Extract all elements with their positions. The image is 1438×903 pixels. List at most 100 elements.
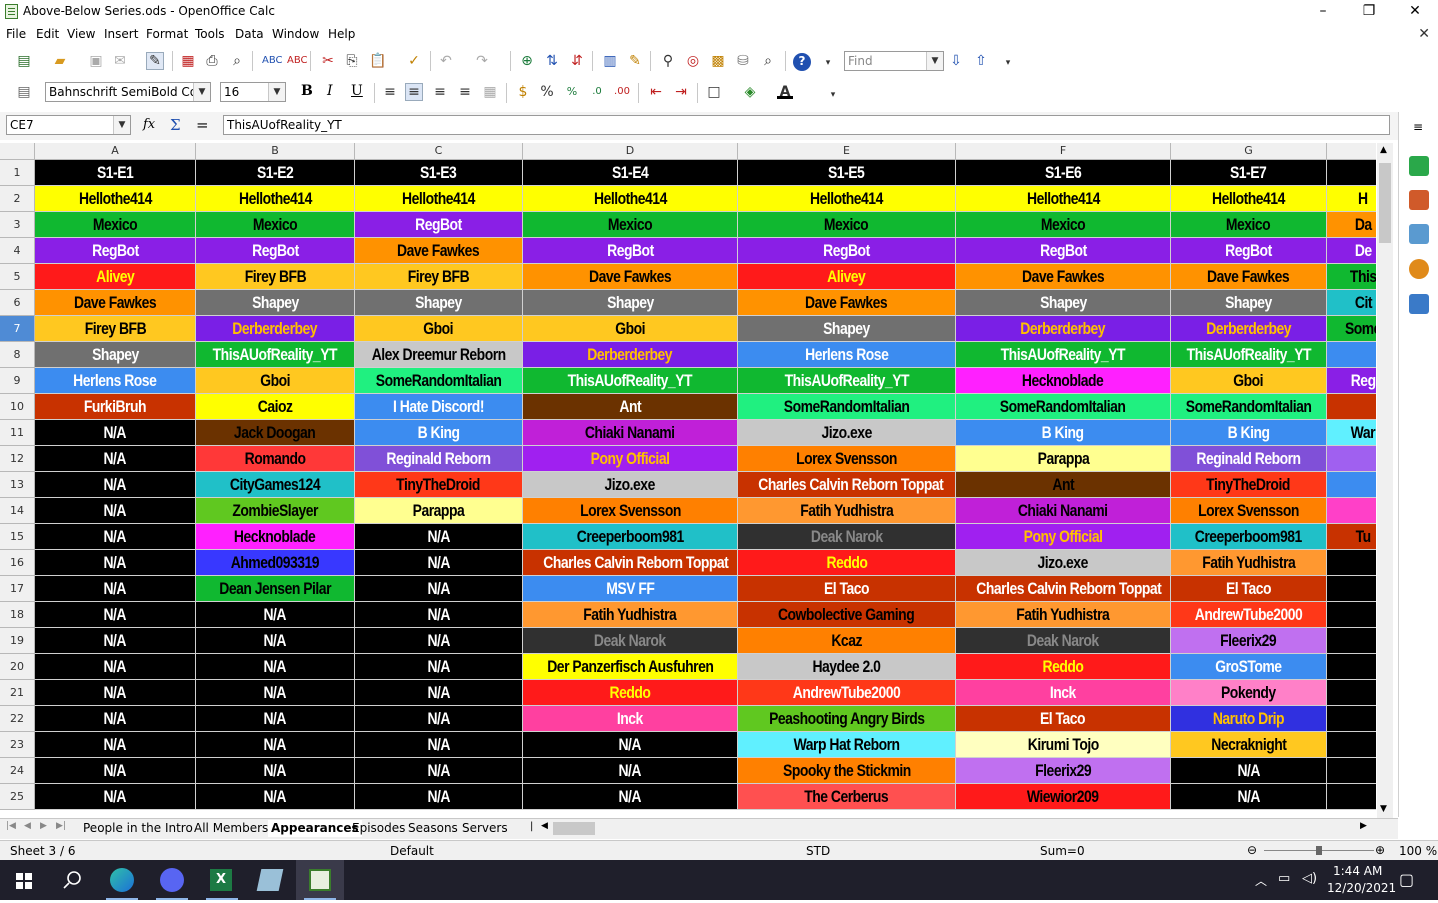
borders-icon[interactable]: □ xyxy=(706,84,722,100)
table-cell[interactable]: Charles Calvin Reborn Toppat xyxy=(956,576,1171,602)
name-box-dropdown-icon[interactable]: ▼ xyxy=(113,116,130,134)
table-cell[interactable]: AndrewTube2000 xyxy=(738,680,956,706)
table-cell[interactable]: Alivey xyxy=(738,264,956,290)
find-input[interactable]: Find ▼ xyxy=(844,51,944,71)
table-cell[interactable]: AndrewTube2000 xyxy=(1171,602,1327,628)
row-header[interactable]: 17 xyxy=(0,576,35,602)
table-cell[interactable]: Deak Narok xyxy=(523,628,738,654)
table-cell[interactable]: SomeRandomItalian xyxy=(738,394,956,420)
table-cell[interactable]: H xyxy=(1327,186,1376,212)
volume-icon[interactable]: ◁) xyxy=(1302,871,1317,886)
table-cell[interactable]: Lorex Svensson xyxy=(1171,498,1327,524)
table-cell[interactable]: Deak Narok xyxy=(956,628,1171,654)
italic-button[interactable]: I xyxy=(327,83,333,99)
table-cell[interactable]: Parappa xyxy=(956,446,1171,472)
find-previous-icon[interactable]: ⇧ xyxy=(973,53,989,69)
row-header[interactable]: 3 xyxy=(0,212,35,238)
column-header[interactable]: C xyxy=(355,143,523,160)
find-toolbar-overflow-icon[interactable]: ▾ xyxy=(1000,55,1016,71)
sum-icon[interactable]: Σ xyxy=(170,116,181,134)
align-right-icon[interactable]: ≡ xyxy=(432,84,448,100)
row-header[interactable]: 15 xyxy=(0,524,35,550)
table-cell[interactable]: Mexico xyxy=(196,212,355,238)
find-next-icon[interactable]: ⇩ xyxy=(948,53,964,69)
table-cell[interactable]: N/A xyxy=(355,784,523,810)
table-cell[interactable]: N/A xyxy=(355,602,523,628)
table-cell[interactable]: FurkiBruh xyxy=(35,394,196,420)
menu-data[interactable]: Data xyxy=(235,27,264,41)
paste-icon[interactable]: 📋 xyxy=(369,53,386,69)
properties-icon[interactable] xyxy=(1409,156,1429,176)
sidebar-menu-icon[interactable]: ≡ xyxy=(1413,120,1423,134)
table-cell[interactable]: N/A xyxy=(196,758,355,784)
show-hidden-icons[interactable]: ︿ xyxy=(1255,872,1267,889)
table-cell[interactable]: B King xyxy=(355,420,523,446)
table-cell[interactable]: Mexico xyxy=(738,212,956,238)
table-cell[interactable]: Hellothe414 xyxy=(523,186,738,212)
row-header[interactable]: 2 xyxy=(0,186,35,212)
table-cell[interactable]: Hellothe414 xyxy=(738,186,956,212)
table-cell[interactable]: Mexico xyxy=(1171,212,1327,238)
table-cell[interactable]: Hellothe414 xyxy=(35,186,196,212)
table-cell[interactable]: Cit xyxy=(1327,290,1376,316)
percent-format-icon[interactable]: % xyxy=(539,84,555,100)
last-sheet-icon[interactable]: ▶| xyxy=(56,821,66,831)
table-cell[interactable]: Deak Narok xyxy=(738,524,956,550)
table-cell[interactable] xyxy=(1327,654,1376,680)
row-header[interactable]: 21 xyxy=(0,680,35,706)
notifications-icon[interactable]: ▢ xyxy=(1399,870,1414,889)
column-header[interactable]: G xyxy=(1171,143,1327,160)
menu-help[interactable]: Help xyxy=(328,27,355,41)
table-cell[interactable]: N/A xyxy=(35,420,196,446)
row-header[interactable]: 12 xyxy=(0,446,35,472)
row-header[interactable]: 23 xyxy=(0,732,35,758)
table-cell[interactable]: Hecknoblade xyxy=(956,368,1171,394)
gallery-sidebar-icon[interactable] xyxy=(1409,224,1429,244)
font-name-select[interactable]: Bahnschrift SemiBold Cond ▼ xyxy=(45,82,211,102)
table-cell[interactable]: Firey BFB xyxy=(35,316,196,342)
table-cell[interactable]: Mexico xyxy=(956,212,1171,238)
redo-icon[interactable]: ↷ xyxy=(474,53,490,69)
currency-format-icon[interactable]: $ xyxy=(515,84,531,100)
next-sheet-icon[interactable]: ▶ xyxy=(40,821,47,831)
table-cell[interactable]: Pony Official xyxy=(956,524,1171,550)
table-cell[interactable]: S1-E7 xyxy=(1171,160,1327,186)
table-cell[interactable]: RegBot xyxy=(1171,238,1327,264)
table-cell[interactable]: N/A xyxy=(35,524,196,550)
table-cell[interactable]: War xyxy=(1327,420,1376,446)
table-cell[interactable]: Chiaki Nanami xyxy=(523,420,738,446)
taskbar-discord[interactable] xyxy=(148,860,196,900)
table-cell[interactable]: ThisAUofReality_YT xyxy=(523,368,738,394)
taskbar-excel[interactable]: X xyxy=(198,860,246,900)
table-cell[interactable]: S1-E4 xyxy=(523,160,738,186)
sort-ascending-icon[interactable]: ⇅ xyxy=(544,53,560,69)
table-cell[interactable]: Pokendy xyxy=(1171,680,1327,706)
spellcheck-icon[interactable]: ABC xyxy=(262,53,283,69)
table-cell[interactable]: Charles Calvin Reborn Toppat xyxy=(738,472,956,498)
table-cell[interactable]: Shapey xyxy=(523,290,738,316)
table-cell[interactable]: Dean Jensen Pilar xyxy=(196,576,355,602)
zoom-slider[interactable] xyxy=(1264,846,1374,855)
row-header[interactable]: 4 xyxy=(0,238,35,264)
taskbar-edge[interactable] xyxy=(98,860,146,900)
table-cell[interactable]: Naruto Drip xyxy=(1171,706,1327,732)
table-cell[interactable]: N/A xyxy=(35,680,196,706)
table-cell[interactable]: Fatih Yudhistra xyxy=(523,602,738,628)
table-cell[interactable]: CityGames124 xyxy=(196,472,355,498)
table-cell[interactable]: N/A xyxy=(35,732,196,758)
table-cell[interactable]: Firey BFB xyxy=(196,264,355,290)
table-cell[interactable]: El Taco xyxy=(1171,576,1327,602)
align-left-icon[interactable]: ≡ xyxy=(382,84,398,100)
menu-window[interactable]: Window xyxy=(272,27,319,41)
table-cell[interactable]: N/A xyxy=(196,732,355,758)
table-cell[interactable]: N/A xyxy=(35,472,196,498)
table-cell[interactable]: N/A xyxy=(523,784,738,810)
table-cell[interactable]: S1-E6 xyxy=(956,160,1171,186)
menu-view[interactable]: View xyxy=(67,27,95,41)
table-cell[interactable]: Derberderbey xyxy=(956,316,1171,342)
table-cell[interactable]: Dave Fawkes xyxy=(956,264,1171,290)
table-cell[interactable] xyxy=(1327,446,1376,472)
sheet-tab-all-members[interactable]: All Members xyxy=(191,820,271,837)
table-cell[interactable]: Dave Fawkes xyxy=(35,290,196,316)
sheet-tab-seasons[interactable]: Seasons xyxy=(405,820,461,837)
